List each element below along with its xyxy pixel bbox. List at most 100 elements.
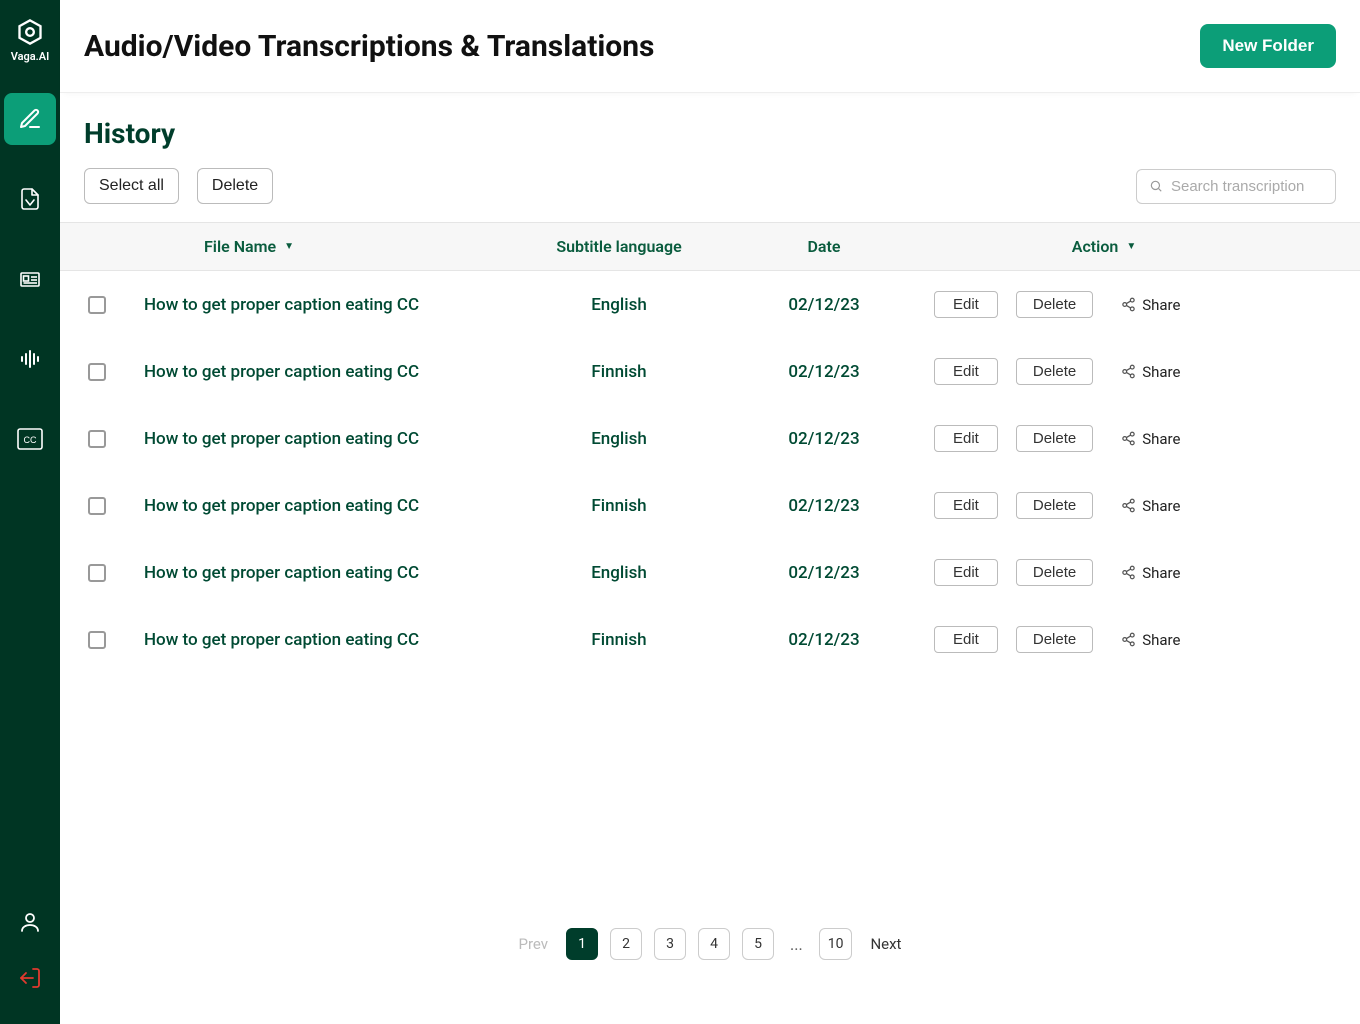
row-checkbox[interactable] [88,430,106,448]
page-next[interactable]: Next [864,935,907,953]
logo-icon [16,18,44,46]
nav-profile[interactable] [18,910,42,938]
pdf-icon [18,187,42,211]
nav-id-card[interactable] [4,253,56,305]
subtitle-language: Finnish [514,496,724,516]
share-button[interactable]: Share [1121,497,1180,515]
table-row: How to get proper caption eating CC Finn… [84,472,1336,539]
file-name[interactable]: How to get proper caption eating CC [144,429,514,449]
row-delete-button[interactable]: Delete [1016,559,1093,586]
col-filename-label: File Name [204,237,276,256]
row-checkbox[interactable] [88,497,106,515]
page-number[interactable]: 2 [610,928,642,960]
nav-cc[interactable]: CC [4,413,56,465]
svg-text:CC: CC [24,435,37,445]
page-number[interactable]: 5 [742,928,774,960]
file-name[interactable]: How to get proper caption eating CC [144,563,514,583]
caret-down-icon: ▼ [1126,241,1136,252]
row-delete-button[interactable]: Delete [1016,358,1093,385]
row-checkbox[interactable] [88,296,106,314]
nav-audio[interactable] [4,333,56,385]
table-row: How to get proper caption eating CC Engl… [84,271,1336,338]
sidebar-nav: CC [4,93,56,465]
share-icon [1121,364,1136,379]
page-last[interactable]: 10 [819,928,853,960]
sidebar-bottom [18,910,42,1024]
select-all-button[interactable]: Select all [84,168,179,204]
page-title: Audio/Video Transcriptions & Translation… [84,29,654,64]
file-date: 02/12/23 [724,496,924,516]
col-date: Date [724,237,924,256]
col-action-label: Action [1072,237,1119,256]
col-language-label: Subtitle language [556,237,681,256]
pagination: Prev 12345 ... 10 Next [84,888,1336,1000]
file-date: 02/12/23 [724,362,924,382]
share-button[interactable]: Share [1121,564,1180,582]
logout-icon [18,966,42,990]
sidebar: Vaga.AI [0,0,60,1024]
row-delete-button[interactable]: Delete [1016,291,1093,318]
share-icon [1121,565,1136,580]
row-checkbox[interactable] [88,363,106,381]
brand-text: Vaga.AI [11,50,50,63]
file-name[interactable]: How to get proper caption eating CC [144,295,514,315]
search-icon [1149,178,1163,194]
subtitle-language: English [514,429,724,449]
col-action[interactable]: Action ▼ [924,237,1284,256]
user-icon [18,910,42,934]
main: Audio/Video Transcriptions & Translation… [60,0,1360,1024]
page-prev[interactable]: Prev [513,935,555,953]
table-row: How to get proper caption eating CC Finn… [84,606,1336,673]
row-delete-button[interactable]: Delete [1016,492,1093,519]
search-input[interactable] [1171,178,1323,195]
subtitle-language: Finnish [514,630,724,650]
row-delete-button[interactable]: Delete [1016,626,1093,653]
file-date: 02/12/23 [724,630,924,650]
toolbar: Select all Delete [84,168,1336,204]
edit-icon [18,107,42,131]
page-number[interactable]: 3 [654,928,686,960]
share-button[interactable]: Share [1121,430,1180,448]
file-name[interactable]: How to get proper caption eating CC [144,362,514,382]
file-name[interactable]: How to get proper caption eating CC [144,630,514,650]
share-icon [1121,498,1136,513]
brand: Vaga.AI [11,18,50,63]
id-card-icon [18,267,42,291]
history-title: History [84,117,1336,150]
file-name[interactable]: How to get proper caption eating CC [144,496,514,516]
edit-button[interactable]: Edit [934,492,998,519]
edit-button[interactable]: Edit [934,358,998,385]
col-language: Subtitle language [514,237,724,256]
share-button[interactable]: Share [1121,631,1180,649]
caret-down-icon: ▼ [284,241,294,252]
edit-button[interactable]: Edit [934,626,998,653]
edit-button[interactable]: Edit [934,559,998,586]
share-icon [1121,632,1136,647]
nav-pdf[interactable] [4,173,56,225]
share-button[interactable]: Share [1121,363,1180,381]
page-number[interactable]: 4 [698,928,730,960]
table-header: File Name ▼ Subtitle language Date Actio… [60,222,1360,271]
file-date: 02/12/23 [724,429,924,449]
share-button[interactable]: Share [1121,296,1180,314]
delete-button[interactable]: Delete [197,168,273,204]
header-bar: Audio/Video Transcriptions & Translation… [60,0,1360,93]
subtitle-language: English [514,563,724,583]
col-filename[interactable]: File Name ▼ [144,237,514,256]
page-number[interactable]: 1 [566,928,598,960]
new-folder-button[interactable]: New Folder [1200,24,1336,68]
row-checkbox[interactable] [88,631,106,649]
table-row: How to get proper caption eating CC Finn… [84,338,1336,405]
edit-button[interactable]: Edit [934,291,998,318]
nav-logout[interactable] [18,966,42,994]
search-box[interactable] [1136,169,1336,204]
nav-compose[interactable] [4,93,56,145]
subtitle-language: Finnish [514,362,724,382]
table-row: How to get proper caption eating CC Engl… [84,539,1336,606]
row-delete-button[interactable]: Delete [1016,425,1093,452]
row-checkbox[interactable] [88,564,106,582]
table-row: How to get proper caption eating CC Engl… [84,405,1336,472]
share-icon [1121,431,1136,446]
edit-button[interactable]: Edit [934,425,998,452]
waveform-icon [18,347,42,371]
